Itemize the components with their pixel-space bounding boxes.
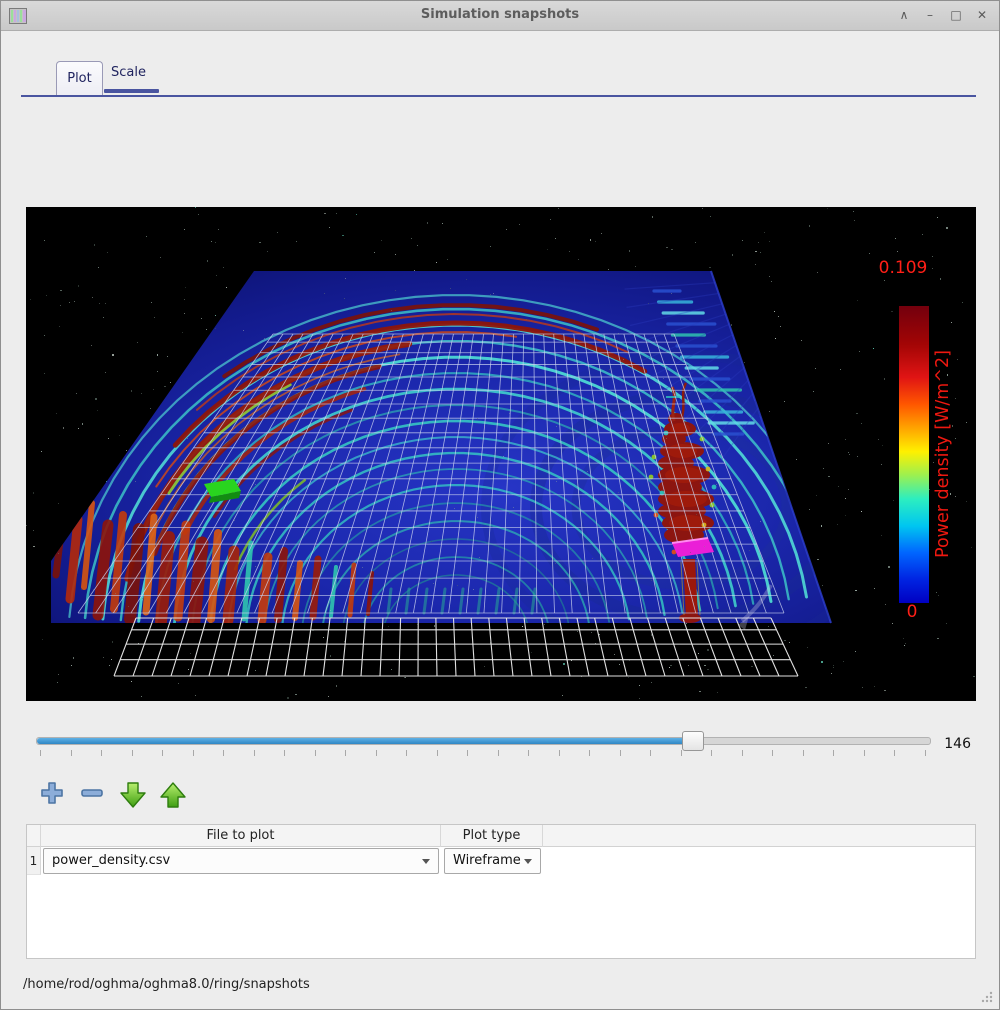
colorbar-min-label: 0 [907, 602, 918, 622]
file-list-actions [1, 779, 999, 815]
shade-button[interactable]: ∧ [895, 5, 913, 25]
table-row: 1 power_density.csv Wireframe [27, 847, 975, 875]
tab-underline [104, 89, 159, 93]
slider-value: 146 [944, 736, 971, 752]
chevron-down-icon [422, 859, 430, 864]
maximize-button[interactable]: □ [947, 5, 965, 25]
resize-grip[interactable] [980, 990, 994, 1004]
tab-plot[interactable]: Plot [56, 61, 103, 96]
header-plot-type: Plot type [441, 825, 543, 847]
file-select-combobox[interactable]: power_density.csv [43, 848, 439, 874]
snapshot-slider-track[interactable] [36, 737, 931, 745]
add-button[interactable] [40, 781, 64, 805]
tab-scale[interactable]: Scale [111, 65, 146, 80]
tab-separator-line [21, 95, 976, 97]
status-bar: /home/rod/oghma/oghma8.0/ring/snapshots [1, 959, 999, 1010]
window-title: Simulation snapshots [1, 7, 999, 22]
window-controls: ∧ – □ ✕ [895, 5, 991, 25]
slider-ticks [36, 750, 931, 758]
remove-button[interactable] [80, 781, 104, 805]
plot-type-combobox[interactable]: Wireframe [444, 848, 541, 874]
tab-bar: Plot Scale [1, 57, 999, 97]
title-bar: Simulation snapshots ∧ – □ ✕ [1, 1, 999, 31]
chevron-down-icon [524, 859, 532, 864]
files-table: File to plot Plot type 1 power_density.c… [26, 824, 976, 959]
move-down-button[interactable] [119, 781, 147, 809]
colorbar [899, 306, 929, 603]
colorbar-max-label: 0.109 [879, 258, 928, 278]
move-up-button[interactable] [159, 781, 187, 809]
toolbar: Pointer Zoom Move [1, 101, 999, 201]
colorbar-axis-title: Power density [W/m^2] [933, 350, 953, 558]
slider-handle[interactable] [682, 731, 704, 751]
row-number: 1 [27, 847, 41, 875]
plot-canvas[interactable]: 0.109 0 Power density [W/m^2] [26, 207, 976, 701]
app-window: Simulation snapshots ∧ – □ ✕ Plot Scale … [0, 0, 1000, 1010]
slider-filled-track [37, 738, 693, 744]
header-file-to-plot: File to plot [41, 825, 441, 847]
current-path: /home/rod/oghma/oghma8.0/ring/snapshots [23, 977, 310, 992]
minimize-button[interactable]: – [921, 5, 939, 25]
header-row-number [27, 825, 41, 847]
snapshot-slider-zone: 146 [1, 726, 999, 771]
close-button[interactable]: ✕ [973, 5, 991, 25]
table-header: File to plot Plot type [27, 825, 975, 847]
